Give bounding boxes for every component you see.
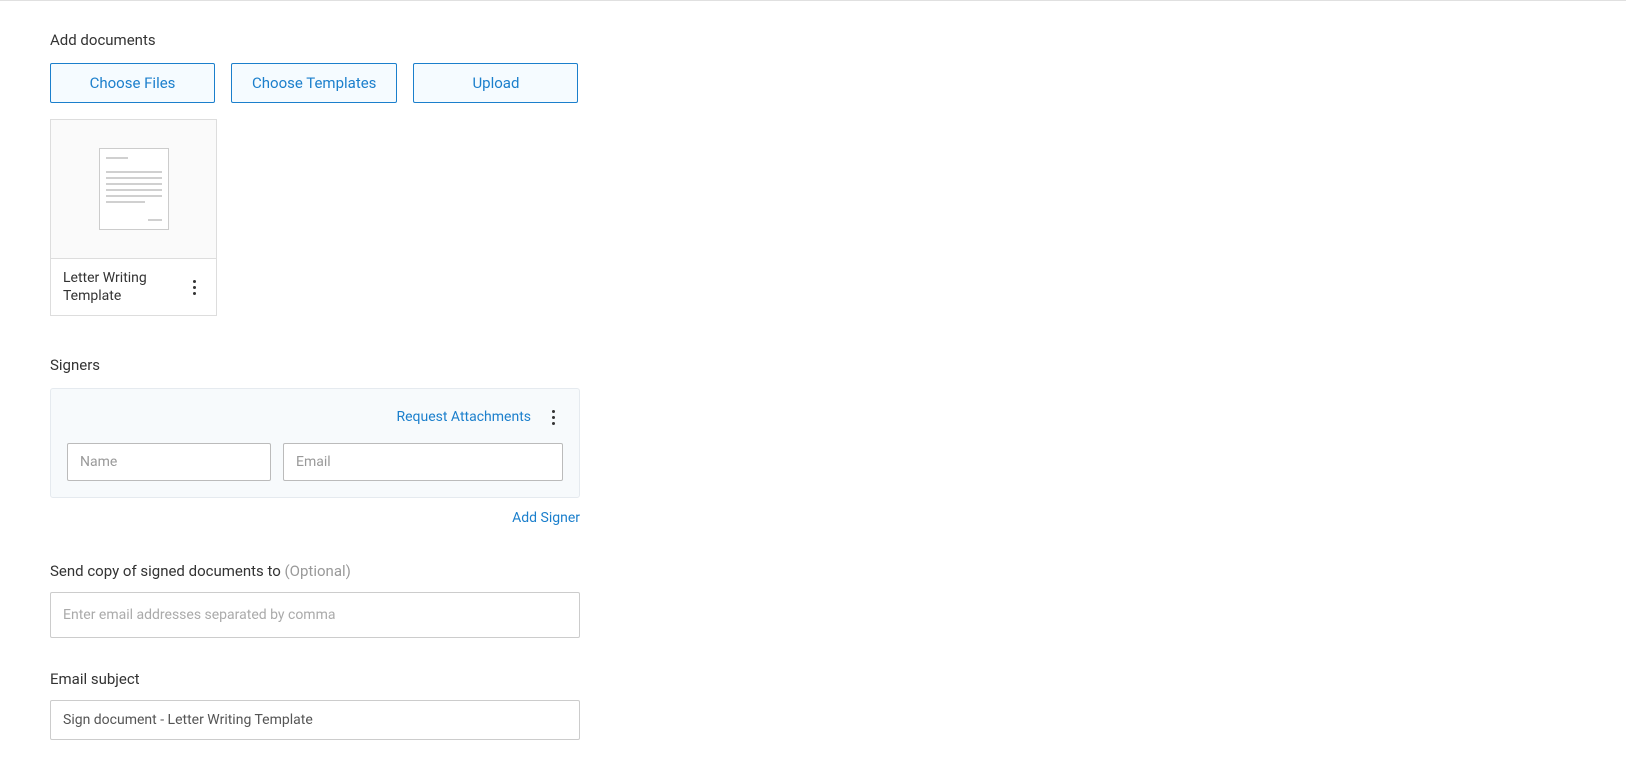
add-documents-title: Add documents [50,31,590,49]
signers-box: Request Attachments [50,388,580,498]
email-subject-label: Email subject [50,670,590,688]
signer-name-input[interactable] [67,443,271,481]
signer-email-input[interactable] [283,443,563,481]
signers-title: Signers [50,356,590,374]
send-copy-label: Send copy of signed documents to (Option… [50,562,590,580]
document-buttons-row: Choose Files Choose Templates Upload [50,63,590,103]
request-attachments-link[interactable]: Request Attachments [397,409,532,425]
document-menu-icon[interactable] [184,275,204,299]
send-copy-input[interactable] [50,592,580,638]
document-card[interactable]: Letter Writing Template [50,119,217,316]
optional-label: (Optional) [285,562,351,580]
signer-menu-icon[interactable] [543,405,563,429]
add-signer-link[interactable]: Add Signer [512,510,580,526]
upload-button[interactable]: Upload [413,63,578,103]
document-thumbnail-icon [99,148,169,230]
document-preview [51,120,216,258]
choose-templates-button[interactable]: Choose Templates [231,63,397,103]
email-subject-input[interactable] [50,700,580,740]
document-name: Letter Writing Template [63,269,184,305]
choose-files-button[interactable]: Choose Files [50,63,215,103]
